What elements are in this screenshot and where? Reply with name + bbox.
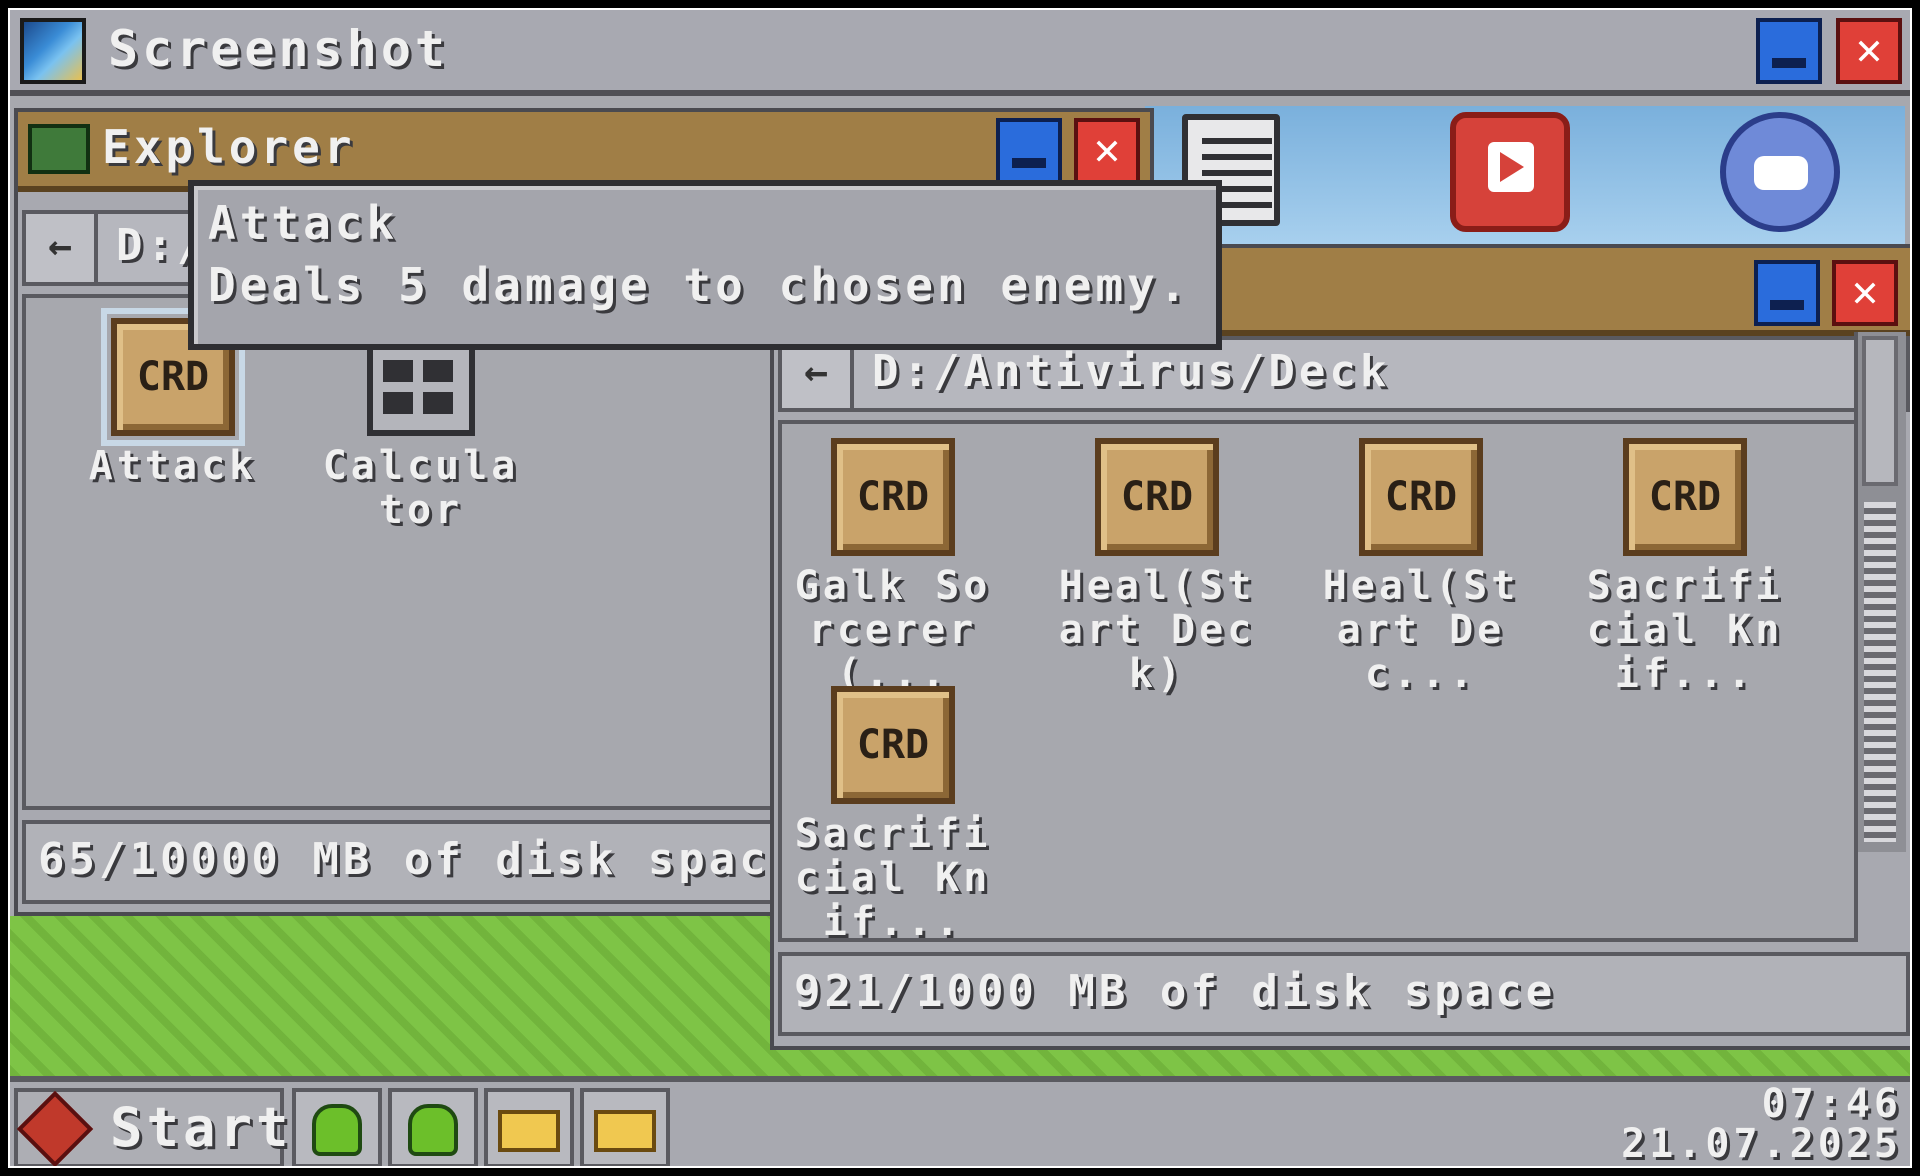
file-item[interactable]: Calculator	[316, 318, 526, 532]
taskbar: Start 07:46 21.07.2025	[10, 1076, 1910, 1166]
start-button[interactable]: Start	[14, 1088, 289, 1166]
card-icon: CRD	[831, 686, 955, 804]
file-label: Sacrificial Knif...	[1586, 563, 1784, 697]
game-screen: Screenshot ✕ Explorer ✕ ← D:/ CRD Attack…	[0, 0, 1920, 1176]
back-arrow-icon[interactable]: ←	[26, 214, 98, 282]
card-icon: CRD	[1359, 438, 1483, 556]
file-label: Heal(Start Deck)	[1058, 563, 1256, 697]
card-tooltip: Attack Deals 5 damage to chosen enemy.	[188, 180, 1222, 350]
taskbar-item[interactable]	[484, 1088, 574, 1166]
scrollbar-thumb[interactable]	[1862, 336, 1898, 486]
start-icon	[16, 1090, 94, 1166]
file-label: Calculator	[322, 443, 520, 533]
file-item[interactable]: CRD Sacrificial Knif...	[788, 686, 998, 944]
minimize-button[interactable]	[1756, 18, 1822, 84]
scrollbar-track[interactable]	[1864, 502, 1896, 842]
bug-icon	[408, 1104, 458, 1156]
tooltip-title: Attack	[208, 196, 399, 250]
youtube-icon[interactable]	[1450, 112, 1570, 232]
explorer-window-right[interactable]: ✕ ← D:/Antivirus/Deck CRD Galk Sorcerer(…	[770, 244, 1910, 1050]
bot-icon[interactable]	[1720, 112, 1840, 232]
taskbar-item[interactable]	[388, 1088, 478, 1166]
window-title: Screenshot	[108, 20, 450, 78]
taskbar-item[interactable]	[292, 1088, 382, 1166]
explorer-left-close-button[interactable]: ✕	[1074, 118, 1140, 184]
screenshot-window: Screenshot ✕ Explorer ✕ ← D:/ CRD Attack…	[8, 8, 1912, 1168]
explorer-right-path: D:/Antivirus/Deck	[872, 346, 1391, 397]
file-item[interactable]: CRD Galk Sorcerer(...	[788, 438, 998, 696]
close-button[interactable]: ✕	[1836, 18, 1902, 84]
start-label: Start	[110, 1096, 293, 1159]
card-icon: CRD	[1095, 438, 1219, 556]
file-item[interactable]: CRD Sacrificial Knif...	[1580, 438, 1790, 696]
explorer-right-minimize-button[interactable]	[1754, 260, 1820, 326]
tooltip-description: Deals 5 damage to chosen enemy.	[208, 258, 1191, 312]
screenshot-app-icon	[20, 18, 86, 84]
file-label: Sacrificial Knif...	[794, 811, 992, 945]
explorer-left-minimize-button[interactable]	[996, 118, 1062, 184]
folder-icon	[28, 124, 90, 174]
card-icon: CRD	[831, 438, 955, 556]
file-label: Galk Sorcerer(...	[794, 563, 992, 697]
taskbar-item[interactable]	[580, 1088, 670, 1166]
clock-date: 21.07.2025	[1621, 1121, 1902, 1167]
file-label: Heal(Start Dec...	[1322, 563, 1520, 697]
folder-icon	[594, 1110, 656, 1152]
clock: 07:46 21.07.2025	[1621, 1084, 1902, 1164]
explorer-right-close-button[interactable]: ✕	[1832, 260, 1898, 326]
explorer-right-status: 921/1000 MB of disk space	[778, 952, 1910, 1036]
file-label: Attack	[88, 443, 258, 489]
folder-icon	[498, 1110, 560, 1152]
window-title-bar: Screenshot ✕	[10, 10, 1910, 96]
explorer-right-scrollbar[interactable]	[1854, 332, 1906, 852]
back-arrow-icon[interactable]: ←	[782, 340, 854, 408]
explorer-left-title: Explorer	[102, 120, 356, 174]
explorer-right-content[interactable]: CRD Galk Sorcerer(... CRD Heal(Start Dec…	[778, 420, 1858, 944]
bug-icon	[312, 1104, 362, 1156]
card-icon: CRD	[1623, 438, 1747, 556]
clock-time: 07:46	[1761, 1081, 1902, 1127]
file-item[interactable]: CRD Heal(Start Deck)	[1052, 438, 1262, 696]
file-item[interactable]: CRD Heal(Start Dec...	[1316, 438, 1526, 696]
